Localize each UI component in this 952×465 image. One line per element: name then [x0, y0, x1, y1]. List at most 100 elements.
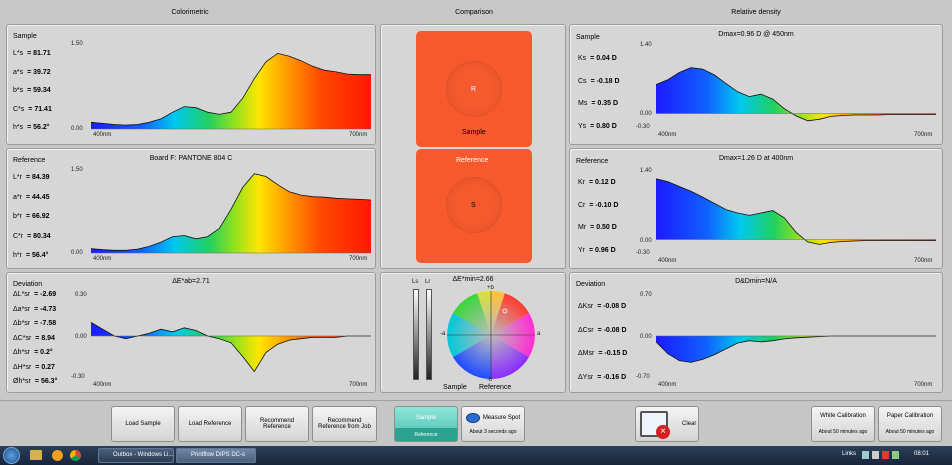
y-min-tick: -0.30	[636, 250, 650, 256]
recommend-reference-button[interactable]: Recommend Reference	[245, 406, 309, 442]
value-number: = 56.2°	[27, 124, 50, 131]
taskbar-outbox[interactable]: Outbox - Windows Li...	[98, 448, 174, 463]
clock[interactable]: 08:01	[914, 451, 929, 457]
value-number: = 0.2°	[34, 349, 53, 356]
colorimetric-deviation-panel: Deviation ΔE*ab=2.71 ΔL*sr = -2.69 Δa*sr = …	[6, 272, 376, 393]
tray-icons	[862, 451, 904, 460]
value-row: b*r = 66.92	[13, 213, 50, 220]
value-label: Δb*sr	[13, 320, 31, 327]
density-sample-area	[656, 67, 936, 121]
x-min-tick: 400nm	[93, 256, 112, 262]
lightness-meter-reference	[426, 289, 432, 380]
value-label: C*r	[13, 232, 24, 240]
value-number: = -0.08 D	[597, 326, 627, 334]
paper-calibration-button[interactable]: Paper Calibration About 50 minutes ago	[878, 406, 942, 442]
value-label: Ys	[578, 122, 587, 130]
value-number: = -7.58	[34, 320, 57, 327]
load-reference-button[interactable]: Load Reference	[178, 406, 242, 442]
measure-spot-time: About 3 seconds ago	[469, 429, 517, 435]
value-number: = 0.35 D	[591, 100, 619, 107]
y-max-tick: 0.70	[640, 292, 652, 298]
taskbar-printflow[interactable]: Printflow DIPS DC-s	[176, 448, 256, 463]
value-label: ΔYsr	[578, 373, 594, 381]
value-label: C*s	[13, 105, 25, 113]
sample-reference-toggle[interactable]: Sample Reference	[394, 406, 458, 442]
y-mid-tick: 0.00	[640, 111, 652, 117]
volume-icon[interactable]	[872, 451, 879, 459]
value-row: a*r = 44.45	[13, 194, 50, 201]
value-row: Cr = -0.10 D	[578, 202, 618, 209]
density-deviation-plot	[655, 295, 936, 377]
value-label: a*r	[13, 193, 22, 201]
paper-calibration-time: About 50 minutes ago	[885, 429, 935, 435]
value-number: = 59.34	[27, 87, 51, 94]
value-number: = 44.45	[25, 193, 50, 201]
power-icon[interactable]	[892, 451, 899, 459]
value-number: = -0.10 D	[589, 201, 619, 209]
measure-spot-button[interactable]: Measure Spot About 3 seconds ago	[461, 406, 525, 442]
legend-reference: Reference	[479, 384, 512, 391]
value-label: L*s	[13, 50, 24, 57]
y-min-tick: 0.00	[71, 126, 83, 132]
value-label: Yr	[578, 246, 585, 254]
value-number: = -4.73	[34, 305, 57, 313]
explorer-icon[interactable]	[30, 450, 42, 460]
lightness-meter-sample	[413, 289, 419, 380]
links-toolbar[interactable]: Links	[842, 451, 856, 457]
value-number: = 0.96 D	[589, 246, 616, 254]
value-row: Mr = 0.50 D	[578, 224, 617, 231]
white-calibration-button[interactable]: White Calibration About 50 minutes ago	[811, 406, 875, 442]
value-number: = 0.50 D	[590, 224, 617, 231]
reference-spectrum-area	[91, 173, 371, 253]
value-row: Yr = 0.96 D	[578, 247, 616, 254]
deviation-spectrum-line	[90, 321, 371, 373]
value-number: = -0.18 D	[590, 77, 620, 85]
flag-icon[interactable]	[882, 451, 889, 459]
value-label: b*r	[13, 213, 22, 220]
sample-toggle-label[interactable]: Sample	[395, 407, 457, 428]
plus-a-label: a	[537, 331, 541, 337]
value-row: ΔYsr = -0.16 D	[578, 374, 626, 381]
load-sample-button[interactable]: Load Sample	[111, 406, 175, 442]
y-max-tick: 0.30	[75, 292, 87, 298]
recommend-reference-from-job-button[interactable]: Recommend Reference from Job	[312, 406, 377, 442]
density-sample-panel: Sample Dmax=0.96 D @ 450nm Ks = 0.04 D Cs =…	[569, 24, 943, 145]
value-label: h*r	[13, 252, 22, 259]
sample-swatch-letter: R	[471, 86, 477, 93]
delta-e-caption: ΔE*ab=2.71	[172, 278, 210, 285]
value-number: = 0.80 D	[590, 122, 617, 130]
y-min-tick: -0.30	[71, 374, 85, 380]
relative-density-header: Relative density	[731, 9, 781, 16]
value-row: h*s = 56.2°	[13, 124, 50, 131]
value-number: = 8.94	[35, 334, 55, 342]
reference-swatch-letter: S	[471, 202, 476, 209]
value-row: Kr = 0.12 D	[578, 179, 616, 186]
value-row: ΔC*sr = 8.94	[13, 335, 55, 342]
colorimetric-reference-panel: Reference Board F: PANTONE 804 C L*r = 84…	[6, 148, 376, 269]
windows-taskbar: Outbox - Windows Li... Printflow DIPS DC…	[0, 446, 952, 465]
network-icon[interactable]	[862, 451, 869, 459]
media-player-icon[interactable]	[52, 450, 63, 461]
deviation-spectrum-area	[91, 322, 371, 372]
reference-swatch-circle: S	[446, 177, 502, 233]
x-min-tick: 400nm	[93, 382, 112, 388]
value-number: = -0.15 D	[598, 350, 628, 357]
clear-button[interactable]: × Clear	[635, 406, 699, 442]
start-button[interactable]	[3, 447, 20, 464]
density-reference-plot	[655, 172, 936, 254]
value-label: Mr	[578, 224, 587, 231]
paper-calibration-label: Paper Calibration	[886, 413, 934, 419]
browser-icon[interactable]	[70, 450, 81, 461]
x-max-tick: 700nm	[349, 132, 368, 138]
value-number: = -0.08 D	[597, 303, 627, 310]
value-row: ΔKsr = -0.08 D	[578, 303, 626, 310]
value-row: C*s = 71.41	[13, 106, 52, 113]
value-label: ΔH*sr	[13, 363, 32, 371]
delta-e-panel: ΔE*min=2.66 Ls Lr +b -b a -a Sample Refe…	[380, 272, 566, 393]
y-mid-tick: 0.00	[640, 238, 652, 244]
value-row: a*s = 39.72	[13, 69, 51, 76]
value-label: a*s	[13, 68, 24, 76]
white-calibration-time: About 50 minutes ago	[818, 429, 868, 435]
reference-toggle-label[interactable]: Reference	[395, 428, 457, 441]
value-number: = 0.12 D	[589, 179, 616, 186]
